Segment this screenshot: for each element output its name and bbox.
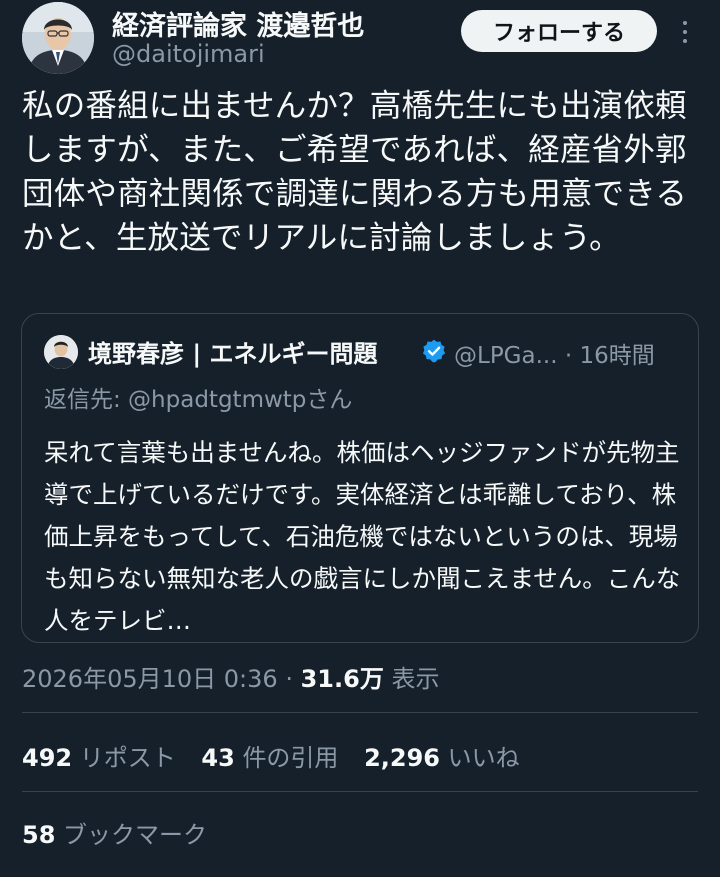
more-vertical-icon[interactable] <box>674 14 696 50</box>
tweet-text: 私の番組に出ませんか？高橋先生にも出演依頼しますが、また、ご希望であれば、経産省… <box>22 88 688 256</box>
quotes-stat[interactable]: 43 件の引用 <box>201 744 338 772</box>
bookmarks-count: 58 <box>22 821 56 849</box>
views-count: 31.6万 <box>300 665 384 693</box>
reposts-count: 492 <box>22 744 73 772</box>
quoted-reply-to: 返信先: @hpadtgtmwtpさん <box>44 387 353 413</box>
likes-label: いいね <box>447 744 520 772</box>
likes-count: 2,296 <box>364 744 440 772</box>
engagement-stats: 492 リポスト 43 件の引用 2,296 いいね <box>22 738 538 773</box>
quoted-author-handle-time: @LPGa... · 16時間 <box>454 343 655 369</box>
quoted-tweet-text: 呆れて言葉も出ませんね。株価はヘッジファンドが先物主導で上げているだけです。実体… <box>44 438 681 635</box>
author-handle[interactable]: @daitojimari <box>112 40 265 68</box>
person-avatar-icon <box>44 335 78 369</box>
meta-separator: · <box>285 665 293 693</box>
likes-stat[interactable]: 2,296 いいね <box>364 744 520 772</box>
views-label: 表示 <box>391 665 440 693</box>
reposts-stat[interactable]: 492 リポスト <box>22 744 176 772</box>
verified-badge-icon <box>422 339 446 363</box>
divider <box>22 712 698 713</box>
quoted-author-avatar <box>44 335 78 369</box>
quoted-tweet-card[interactable]: 境野春彦 | エネルギー問題 @LPGa... · 16時間 返信先: @hpa… <box>21 313 699 643</box>
tweet-meta: 2026年05月10日 0:36 · 31.6万 表示 <box>22 659 439 694</box>
bookmarks-stat[interactable]: 58 ブックマーク <box>22 815 207 850</box>
author-display-name[interactable]: 経済評論家 渡邉哲也 <box>112 4 364 43</box>
man-in-suit-avatar-icon <box>22 2 94 74</box>
tweet-header: 経済評論家 渡邉哲也 @daitojimari フォローする <box>0 0 720 80</box>
author-avatar[interactable] <box>22 2 94 74</box>
tweet-timestamp[interactable]: 2026年05月10日 0:36 <box>22 665 278 693</box>
bookmarks-label: ブックマーク <box>63 821 208 849</box>
quotes-label: 件の引用 <box>242 744 339 772</box>
quotes-count: 43 <box>201 744 235 772</box>
follow-button[interactable]: フォローする <box>461 10 657 52</box>
divider <box>22 791 698 792</box>
quoted-author-name: 境野春彦 | エネルギー問題 <box>88 340 378 368</box>
tweet-page: 経済評論家 渡邉哲也 @daitojimari フォローする 私の番組に出ません… <box>0 0 720 877</box>
reposts-label: リポスト <box>79 744 176 772</box>
